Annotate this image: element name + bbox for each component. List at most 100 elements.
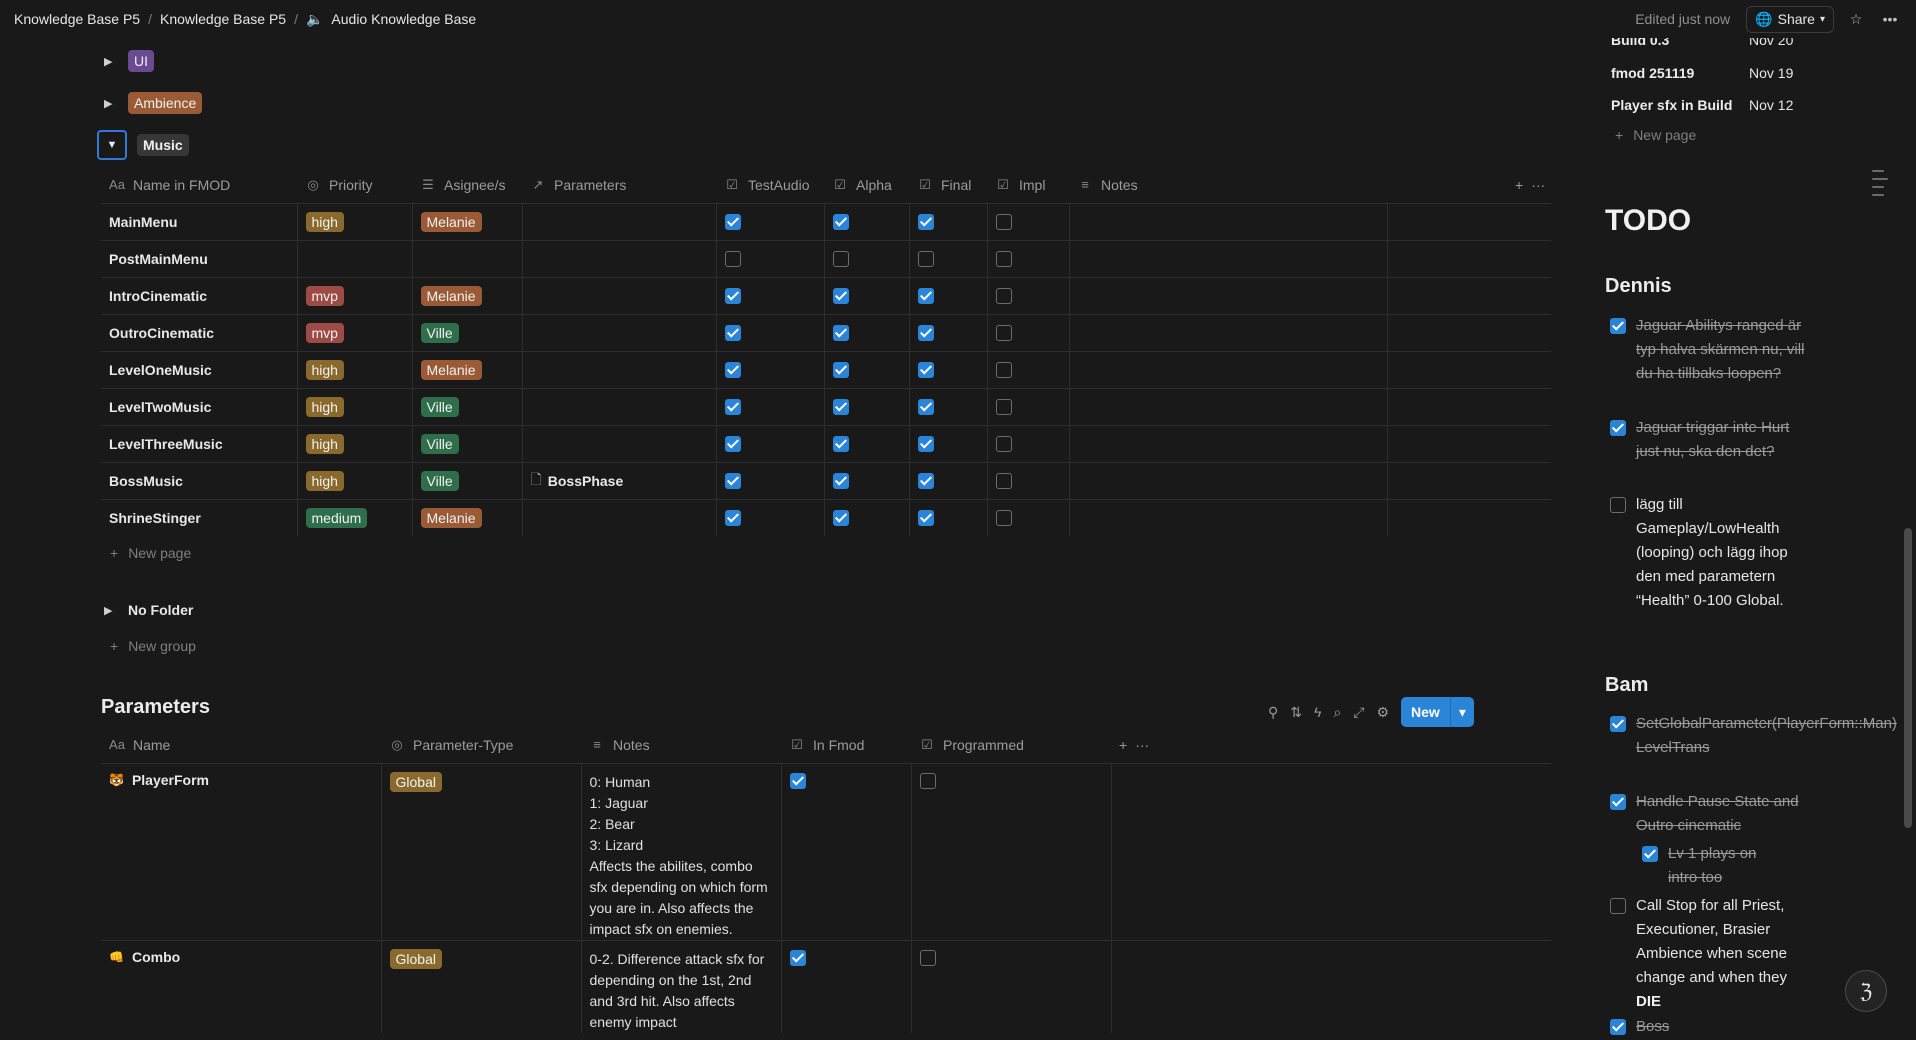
notes-cell[interactable] <box>1069 350 1388 388</box>
row-name[interactable]: IntroCinematic <box>109 288 207 304</box>
table-of-contents[interactable] <box>1872 170 1888 196</box>
triangle-right-icon[interactable]: ▶ <box>104 55 118 68</box>
more-icon[interactable]: ••• <box>1878 7 1902 31</box>
column-header[interactable]: Aa Name in FMOD <box>101 167 297 203</box>
todo-checkbox[interactable] <box>1642 846 1658 862</box>
row-name[interactable]: PostMainMenu <box>109 251 208 267</box>
row-name[interactable]: MainMenu <box>109 214 177 230</box>
checkbox[interactable] <box>724 214 741 231</box>
notes-cell[interactable] <box>1069 239 1388 277</box>
checkbox[interactable] <box>832 325 849 342</box>
row-name[interactable]: Combo <box>132 949 180 965</box>
todo-checkbox[interactable] <box>1610 497 1626 513</box>
automation-icon[interactable]: ϟ <box>1314 704 1321 720</box>
settings-icon[interactable]: ⚙ <box>1376 704 1389 721</box>
checkbox[interactable] <box>724 362 741 379</box>
checkbox[interactable] <box>724 288 741 305</box>
column-header[interactable]: ☑ TestAudio <box>716 167 824 203</box>
notes-cell[interactable] <box>1069 313 1388 351</box>
checkbox[interactable] <box>917 510 934 527</box>
column-header[interactable]: ◎ Priority <box>297 167 412 203</box>
notes-cell[interactable] <box>1069 387 1388 425</box>
breadcrumb-item-current[interactable]: 🔈 Audio Knowledge Base <box>306 11 476 28</box>
row-name[interactable]: PlayerForm <box>132 772 209 788</box>
todo-checkbox[interactable] <box>1610 898 1626 914</box>
checkbox[interactable] <box>789 772 806 789</box>
new-page-button[interactable]: + New page <box>1615 127 1696 143</box>
share-button[interactable]: 🌐 Share ▾ <box>1746 5 1834 33</box>
notes-cell[interactable]: 0-2. Difference attack sfx for depending… <box>581 939 782 1033</box>
row-name[interactable]: ShrineStinger <box>109 510 201 526</box>
new-group-button[interactable]: + New group <box>110 638 196 654</box>
checkbox[interactable] <box>724 325 741 342</box>
recent-page-row[interactable]: Player sfx in Build Nov 12 <box>1611 97 1793 113</box>
checkbox[interactable] <box>917 473 934 490</box>
row-name[interactable]: LevelOneMusic <box>109 362 212 378</box>
checkbox[interactable] <box>832 214 849 231</box>
checkbox[interactable] <box>724 473 741 490</box>
checkbox[interactable] <box>917 362 934 379</box>
todo-checkbox[interactable] <box>1610 716 1626 732</box>
checkbox[interactable] <box>919 949 936 966</box>
column-header[interactable]: ☑ Impl <box>987 167 1069 203</box>
column-header[interactable]: ◎ Parameter-Type <box>381 727 581 763</box>
row-name[interactable]: BossMusic <box>109 473 183 489</box>
more-icon[interactable]: ··· <box>1531 177 1545 193</box>
recent-page-row[interactable]: fmod 251119 Nov 19 <box>1611 65 1793 81</box>
recent-page-row[interactable]: Build 0.3 Nov 20 <box>1611 38 1793 48</box>
checkbox[interactable] <box>832 288 849 305</box>
row-name[interactable]: OutroCinematic <box>109 325 214 341</box>
column-header[interactable]: ☰ Asignee/s <box>412 167 522 203</box>
column-header[interactable]: ≡ Notes <box>1069 167 1387 203</box>
checkbox[interactable] <box>995 325 1012 342</box>
checkbox[interactable] <box>995 510 1012 527</box>
checkbox[interactable] <box>995 288 1012 305</box>
checkbox[interactable] <box>995 436 1012 453</box>
column-header[interactable]: ≡ Notes <box>581 727 781 763</box>
checkbox[interactable] <box>789 949 806 966</box>
row-name[interactable]: LevelTwoMusic <box>109 399 211 415</box>
new-page-button[interactable]: + New page <box>110 545 191 561</box>
checkbox[interactable] <box>917 288 934 305</box>
checkbox[interactable] <box>919 772 936 789</box>
group-no-folder[interactable]: ▶ No Folder <box>104 596 193 624</box>
table-row[interactable]: PostMainMenu <box>101 239 1551 277</box>
notes-cell[interactable] <box>1069 461 1388 499</box>
checkbox[interactable] <box>724 399 741 416</box>
column-header[interactable]: ☑ Final <box>909 167 987 203</box>
breadcrumb-item[interactable]: Knowledge Base P5 <box>14 11 140 27</box>
table-row[interactable]: 👊 Combo Global 0-2. Difference attack sfx f… <box>101 939 1551 1033</box>
triangle-down-icon[interactable]: ▼ <box>97 130 127 160</box>
checkbox[interactable] <box>995 362 1012 379</box>
sort-icon[interactable]: ⇅ <box>1290 704 1302 721</box>
checkbox[interactable] <box>724 251 741 268</box>
breadcrumb-item[interactable]: Knowledge Base P5 <box>160 11 286 27</box>
checkbox[interactable] <box>832 436 849 453</box>
checkbox[interactable] <box>832 510 849 527</box>
checkbox[interactable] <box>832 362 849 379</box>
checkbox[interactable] <box>832 473 849 490</box>
expand-icon[interactable]: ⤢ <box>1353 704 1364 721</box>
checkbox[interactable] <box>917 399 934 416</box>
notes-cell[interactable] <box>1069 202 1388 240</box>
checkbox[interactable] <box>917 325 934 342</box>
table-row[interactable]: OutroCinematic mvp Ville <box>101 313 1551 351</box>
checkbox[interactable] <box>724 436 741 453</box>
new-button[interactable]: New ▾ <box>1401 697 1474 727</box>
checkbox[interactable] <box>995 251 1012 268</box>
more-icon[interactable]: ··· <box>1135 737 1149 753</box>
triangle-right-icon[interactable]: ▶ <box>104 97 118 110</box>
ai-assistant-button[interactable]: ℨ <box>1845 970 1887 1012</box>
filter-icon[interactable]: ⚲ <box>1268 704 1278 721</box>
scrollbar[interactable] <box>1904 528 1912 828</box>
row-name[interactable]: LevelThreeMusic <box>109 436 223 452</box>
checkbox[interactable] <box>995 473 1012 490</box>
table-row[interactable]: LevelTwoMusic high Ville <box>101 387 1551 425</box>
table-row[interactable]: 🐯 PlayerForm Global 0: Human 1: Jaguar 2: Bea… <box>101 762 1551 940</box>
checkbox[interactable] <box>995 399 1012 416</box>
notes-cell[interactable] <box>1069 498 1388 536</box>
notes-cell[interactable] <box>1069 424 1388 462</box>
table-row[interactable]: ShrineStinger medium Melanie <box>101 498 1551 536</box>
checkbox[interactable] <box>917 214 934 231</box>
column-header[interactable]: ☑ Programmed <box>911 727 1111 763</box>
